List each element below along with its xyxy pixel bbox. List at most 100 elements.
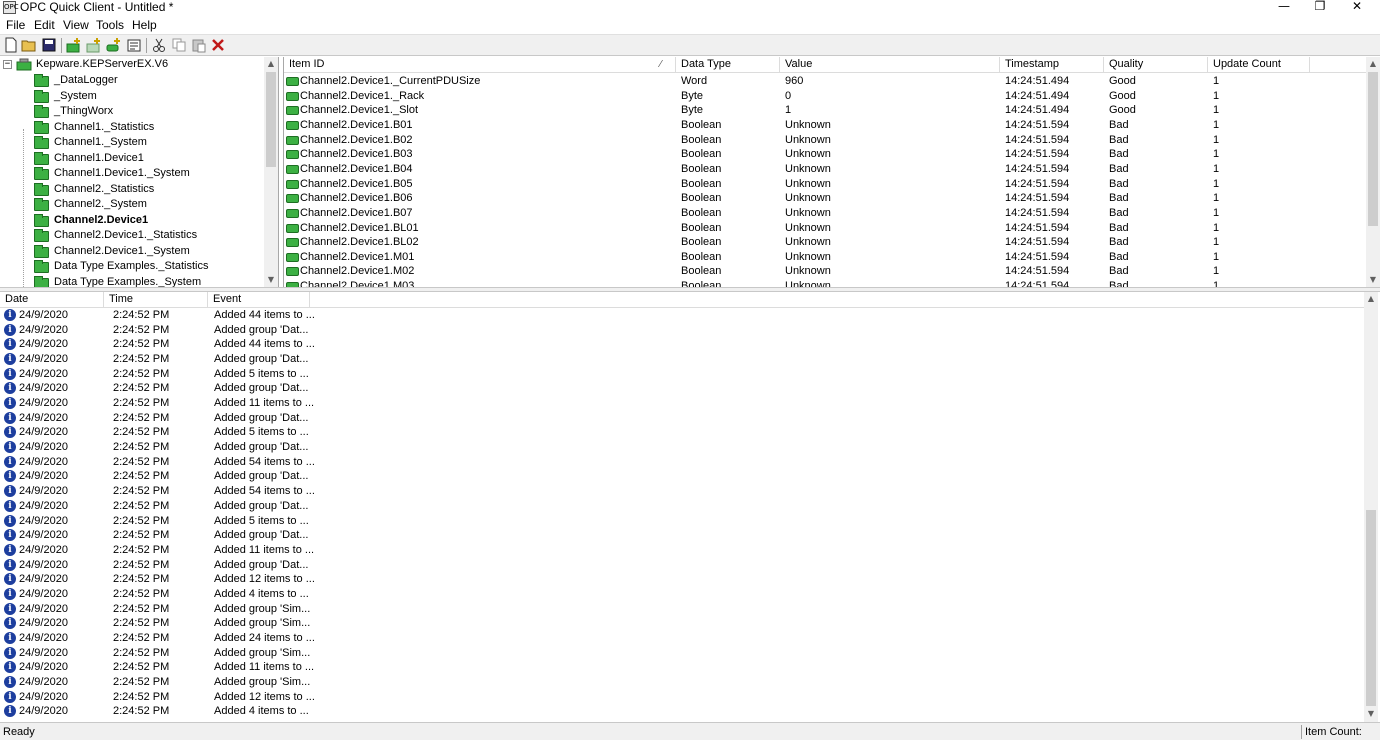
log-event: Added group 'Dat...	[214, 382, 309, 395]
log-entry[interactable]: i 24/9/2020 2:24:52 PM Added group 'Dat...	[0, 352, 1360, 367]
delete-icon[interactable]	[210, 37, 226, 53]
copy-icon[interactable]	[171, 37, 187, 53]
menu-edit[interactable]: Edit	[34, 18, 55, 32]
log-entry[interactable]: i 24/9/2020 2:24:52 PM Added 4 items to ...	[0, 704, 1360, 719]
items-scroll-thumb[interactable]	[1368, 72, 1378, 226]
table-row[interactable]: Channel2.Device1.M01 Boolean Unknown 14:24:…	[284, 250, 1364, 265]
log-entry[interactable]: i 24/9/2020 2:24:52 PM Added 44 items to ..…	[0, 337, 1360, 352]
menu-file[interactable]: File	[6, 18, 25, 32]
column-header-time[interactable]: Time	[104, 292, 208, 307]
log-entry[interactable]: i 24/9/2020 2:24:52 PM Added 11 items to ..…	[0, 660, 1360, 675]
log-entry[interactable]: i 24/9/2020 2:24:52 PM Added 5 items to ...	[0, 514, 1360, 529]
column-header-data-type[interactable]: Data Type	[676, 57, 780, 72]
log-scrollbar[interactable]: ▲ ▼	[1364, 292, 1378, 722]
collapse-icon[interactable]: −	[3, 60, 12, 69]
new-group-icon[interactable]	[86, 37, 102, 53]
scroll-up-icon[interactable]: ▲	[264, 57, 278, 71]
scroll-up-icon[interactable]: ▲	[1364, 292, 1378, 306]
log-entry[interactable]: i 24/9/2020 2:24:52 PM Added 4 items to ...	[0, 587, 1360, 602]
tree-item[interactable]: Channel1._Statistics	[34, 120, 262, 135]
column-header-timestamp[interactable]: Timestamp	[1000, 57, 1104, 72]
log-entry[interactable]: i 24/9/2020 2:24:52 PM Added group 'Dat...	[0, 558, 1360, 573]
scroll-down-icon[interactable]: ▼	[1366, 273, 1380, 287]
log-entry[interactable]: i 24/9/2020 2:24:52 PM Added 11 items to ..…	[0, 396, 1360, 411]
open-icon[interactable]	[21, 37, 37, 53]
log-entry[interactable]: i 24/9/2020 2:24:52 PM Added 12 items to ..…	[0, 690, 1360, 705]
log-entry[interactable]: i 24/9/2020 2:24:52 PM Added group 'Sim...	[0, 675, 1360, 690]
scroll-down-icon[interactable]: ▼	[264, 273, 278, 287]
new-icon[interactable]	[3, 37, 19, 53]
table-row[interactable]: Channel2.Device1.B04 Boolean Unknown 14:24:…	[284, 162, 1364, 177]
log-entry[interactable]: i 24/9/2020 2:24:52 PM Added 54 items to ..…	[0, 484, 1360, 499]
column-header-event[interactable]: Event	[208, 292, 310, 307]
tree-root[interactable]: − Kepware.KEPServerEX.V6	[0, 57, 264, 72]
tree-scroll-thumb[interactable]	[266, 72, 276, 167]
tree-item[interactable]: _System	[34, 89, 262, 104]
column-header-item-id[interactable]: Item ID	[284, 57, 676, 72]
tree-item[interactable]: _ThingWorx	[34, 104, 262, 119]
save-icon[interactable]	[41, 37, 57, 53]
tree-item[interactable]: Data Type Examples._Statistics	[34, 259, 262, 274]
items-scrollbar[interactable]: ▲ ▼	[1366, 57, 1380, 287]
tree-item[interactable]: Channel2._Statistics	[34, 182, 262, 197]
table-row[interactable]: Channel2.Device1.B05 Boolean Unknown 14:24:…	[284, 177, 1364, 192]
table-row[interactable]: Channel2.Device1.BL02 Boolean Unknown 14:24…	[284, 235, 1364, 250]
column-header-update-count[interactable]: Update Count	[1208, 57, 1310, 72]
log-entry[interactable]: i 24/9/2020 2:24:52 PM Added group 'Dat...	[0, 499, 1360, 514]
tree-item[interactable]: Channel1._System	[34, 135, 262, 150]
tree-item[interactable]: Channel1.Device1	[34, 151, 262, 166]
tree-item[interactable]: Channel2.Device1._Statistics	[34, 228, 262, 243]
tree-item[interactable]: _DataLogger	[34, 73, 262, 88]
tree-item[interactable]: Channel2._System	[34, 197, 262, 212]
tree-scrollbar[interactable]: ▲ ▼	[264, 57, 278, 287]
properties-icon[interactable]	[126, 37, 142, 53]
log-entry[interactable]: i 24/9/2020 2:24:52 PM Added group 'Dat...	[0, 381, 1360, 396]
column-header-date[interactable]: Date	[0, 292, 104, 307]
log-entry[interactable]: i 24/9/2020 2:24:52 PM Added 5 items to ...	[0, 367, 1360, 382]
new-server-connection-icon[interactable]	[66, 37, 82, 53]
menu-view[interactable]: View	[63, 18, 89, 32]
log-scroll-thumb[interactable]	[1366, 510, 1376, 706]
cell-item-id: Channel2.Device1.M02	[300, 265, 415, 278]
table-row[interactable]: Channel2.Device1._Slot Byte 1 14:24:51.494 G…	[284, 103, 1364, 118]
log-entry[interactable]: i 24/9/2020 2:24:52 PM Added group 'Sim...	[0, 616, 1360, 631]
log-entry[interactable]: i 24/9/2020 2:24:52 PM Added group 'Dat...	[0, 411, 1360, 426]
cut-icon[interactable]	[151, 37, 167, 53]
menu-help[interactable]: Help	[132, 18, 157, 32]
table-row[interactable]: Channel2.Device1.B06 Boolean Unknown 14:24:…	[284, 191, 1364, 206]
table-row[interactable]: Channel2.Device1.BL01 Boolean Unknown 14:24…	[284, 221, 1364, 236]
log-entry[interactable]: i 24/9/2020 2:24:52 PM Added 11 items to ..…	[0, 543, 1360, 558]
scroll-down-icon[interactable]: ▼	[1364, 707, 1378, 721]
tree-item[interactable]: Channel2.Device1._System	[34, 244, 262, 259]
log-entry[interactable]: i 24/9/2020 2:24:52 PM Added group 'Sim...	[0, 602, 1360, 617]
log-entry[interactable]: i 24/9/2020 2:24:52 PM Added group 'Dat...	[0, 528, 1360, 543]
tree-item[interactable]: Channel2.Device1	[34, 213, 262, 228]
paste-icon[interactable]	[191, 37, 207, 53]
log-entry[interactable]: i 24/9/2020 2:24:52 PM Added 5 items to ...	[0, 425, 1360, 440]
log-entry[interactable]: i 24/9/2020 2:24:52 PM Added group 'Dat...	[0, 469, 1360, 484]
menu-tools[interactable]: Tools	[96, 18, 124, 32]
table-row[interactable]: Channel2.Device1.M03 Boolean Unknown 14:24:…	[284, 279, 1364, 287]
log-entry[interactable]: i 24/9/2020 2:24:52 PM Added 12 items to ..…	[0, 572, 1360, 587]
tree-item[interactable]: Data Type Examples._System	[34, 275, 262, 287]
new-item-icon[interactable]	[106, 37, 122, 53]
log-date: 24/9/2020	[19, 441, 68, 454]
column-header-value[interactable]: Value	[780, 57, 1000, 72]
log-entry[interactable]: i 24/9/2020 2:24:52 PM Added 54 items to ..…	[0, 455, 1360, 470]
log-entry[interactable]: i 24/9/2020 2:24:52 PM Added 24 items to ..…	[0, 631, 1360, 646]
log-entry[interactable]: i 24/9/2020 2:24:52 PM Added 44 items to ..…	[0, 308, 1360, 323]
table-row[interactable]: Channel2.Device1.B03 Boolean Unknown 14:24:…	[284, 147, 1364, 162]
tree-item[interactable]: Channel1.Device1._System	[34, 166, 262, 181]
table-row[interactable]: Channel2.Device1.M02 Boolean Unknown 14:24:…	[284, 264, 1364, 279]
log-entry[interactable]: i 24/9/2020 2:24:52 PM Added group 'Dat...	[0, 323, 1360, 338]
table-row[interactable]: Channel2.Device1.B01 Boolean Unknown 14:24:…	[284, 118, 1364, 133]
column-header-quality[interactable]: Quality	[1104, 57, 1208, 72]
table-row[interactable]: Channel2.Device1.B07 Boolean Unknown 14:24:…	[284, 206, 1364, 221]
table-row[interactable]: Channel2.Device1._Rack Byte 0 14:24:51.494 G…	[284, 89, 1364, 104]
table-row[interactable]: Channel2.Device1._CurrentPDUSize Word 960 1…	[284, 74, 1364, 89]
table-row[interactable]: Channel2.Device1.B02 Boolean Unknown 14:24:…	[284, 133, 1364, 148]
scroll-up-icon[interactable]: ▲	[1366, 57, 1380, 71]
log-entry[interactable]: i 24/9/2020 2:24:52 PM Added group 'Sim...	[0, 646, 1360, 661]
close-button[interactable]: ✕	[1334, 0, 1380, 16]
log-entry[interactable]: i 24/9/2020 2:24:52 PM Added group 'Dat...	[0, 440, 1360, 455]
